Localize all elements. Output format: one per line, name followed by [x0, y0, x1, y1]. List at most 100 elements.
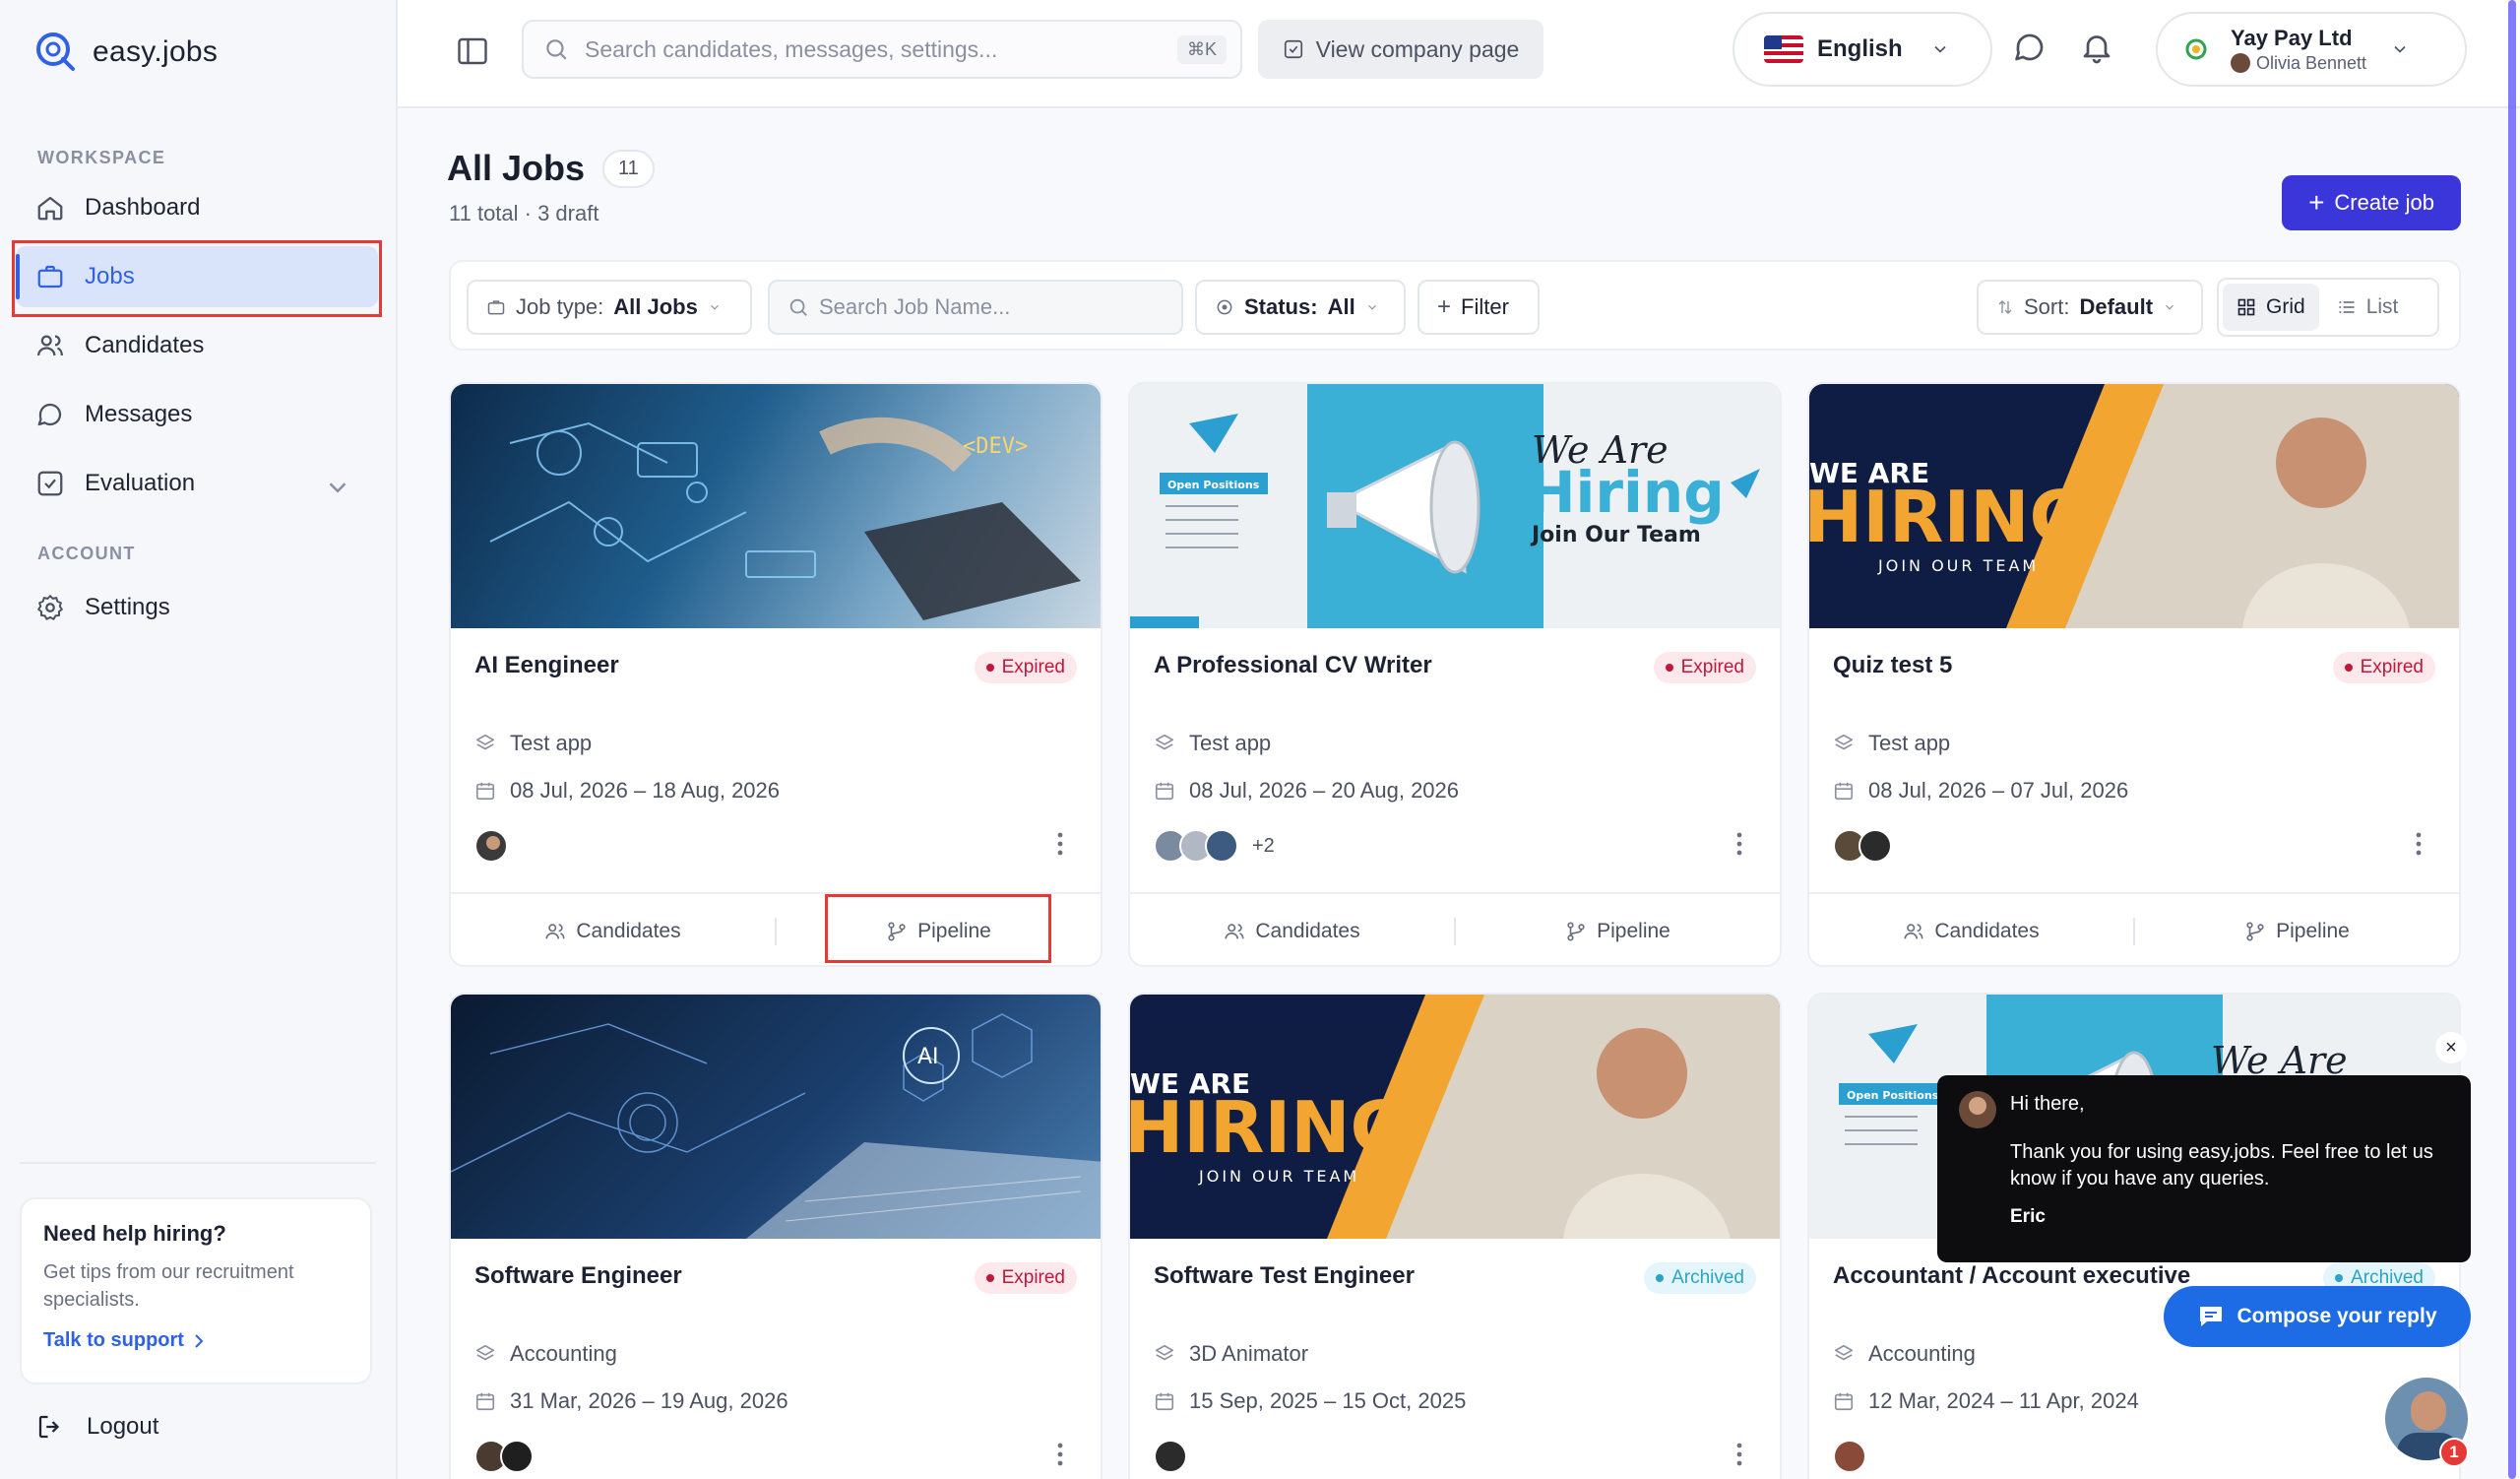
logout-button[interactable]: Logout	[35, 1412, 158, 1442]
sidebar-item-dashboard[interactable]: Dashboard	[16, 177, 378, 238]
chevron-down-icon	[2166, 304, 2174, 310]
grid-label: Grid	[2266, 295, 2305, 318]
bell-icon[interactable]	[2079, 30, 2114, 65]
pipeline-button[interactable]: Pipeline	[1456, 894, 1780, 965]
status-dropdown[interactable]: Status: All	[1195, 280, 1406, 335]
chat-greeting: Hi there,	[2010, 1093, 2085, 1115]
job-title[interactable]: Software Test Engineer	[1154, 1262, 1415, 1290]
sort-dropdown[interactable]: Sort: Default	[1977, 280, 2203, 335]
agent-avatar	[1959, 1091, 1996, 1128]
talk-to-support-label: Talk to support	[43, 1329, 184, 1351]
logo-icon	[33, 30, 79, 75]
close-chat-icon[interactable]: ×	[2435, 1032, 2467, 1063]
compose-reply-button[interactable]: Compose your reply	[2164, 1286, 2471, 1347]
status-dot	[1665, 664, 1673, 672]
sidebar: easy.jobs WORKSPACE Dashboard Jobs Candi…	[0, 0, 398, 1479]
filter-button[interactable]: + Filter	[1418, 280, 1540, 335]
banner-line3: JOIN OUR TEAM	[1877, 556, 2039, 575]
status-text: Expired	[2360, 657, 2424, 677]
job-date-range: 15 Sep, 2025 – 15 Oct, 2025	[1189, 1388, 1467, 1413]
app-logo[interactable]: easy.jobs	[33, 30, 218, 75]
layers-icon	[1155, 1344, 1174, 1361]
card-actions: Candidates Pipeline	[1809, 892, 2459, 965]
job-title[interactable]: Software Engineer	[474, 1262, 682, 1290]
talk-to-support-link[interactable]: Talk to support	[43, 1329, 348, 1352]
job-title[interactable]: AI Eengineer	[474, 652, 619, 679]
sidebar-item-settings[interactable]: Settings	[16, 577, 378, 638]
job-date-range: 08 Jul, 2026 – 07 Jul, 2026	[1868, 778, 2129, 803]
card-actions: Candidates Pipeline	[451, 892, 1101, 965]
plus-icon: +	[2308, 187, 2325, 218]
search-placeholder: Search candidates, messages, settings...	[585, 35, 998, 62]
status-text: Expired	[1001, 1267, 1065, 1288]
status-icon	[1217, 299, 1232, 315]
more-options-icon[interactable]	[1736, 1442, 1742, 1467]
more-options-icon[interactable]	[1736, 831, 1742, 857]
messages-icon[interactable]	[2012, 30, 2048, 65]
grid-view-button[interactable]: Grid	[2223, 284, 2319, 331]
job-card[interactable]: WE ARE HIRING JOIN OUR TEAM Quiz test 5 …	[1807, 382, 2461, 967]
scrollbar[interactable]	[2508, 0, 2516, 1479]
job-card[interactable]: WE ARE HIRING JOIN OUR TEAM Software Tes…	[1128, 993, 1782, 1479]
users-icon	[1904, 924, 1923, 939]
create-job-label: Create job	[2334, 190, 2434, 215]
search-icon	[789, 298, 807, 316]
job-cover-image: WE ARE HIRING JOIN OUR TEAM	[1809, 384, 2459, 628]
global-search-input[interactable]: Search candidates, messages, settings...…	[522, 20, 1242, 79]
job-date-range: 31 Mar, 2026 – 19 Aug, 2026	[510, 1388, 788, 1413]
sidebar-item-jobs[interactable]: Jobs	[16, 246, 378, 307]
banner-line2: HIRING	[1130, 1086, 1409, 1169]
home-icon	[37, 196, 63, 221]
sidebar-item-messages[interactable]: Messages	[16, 384, 378, 445]
candidates-button[interactable]: Candidates	[1130, 894, 1454, 965]
avatar	[1205, 829, 1238, 863]
view-company-label: View company page	[1315, 35, 1520, 62]
job-search-placeholder: Search Job Name...	[819, 294, 1011, 319]
job-app-name: Accounting	[1868, 1341, 1976, 1366]
assignee-avatars	[474, 1440, 534, 1473]
more-options-icon[interactable]	[2416, 831, 2422, 857]
view-company-page-button[interactable]: View company page	[1258, 20, 1544, 79]
job-card[interactable]: AI Software Engineer Expired Accounting …	[449, 993, 1102, 1479]
banner-line2: Hiring	[1528, 459, 1725, 526]
layers-icon	[1155, 734, 1174, 750]
candidates-button[interactable]: Candidates	[1809, 894, 2133, 965]
job-app: 3D Animator	[1154, 1341, 1308, 1367]
pipeline-button[interactable]: Pipeline	[2135, 894, 2459, 965]
chevron-down-icon	[1367, 304, 1376, 310]
page-title-text: All Jobs	[447, 148, 586, 188]
page-subtitle: 11 total · 3 draft	[449, 201, 599, 225]
language-selector[interactable]: English	[1732, 12, 1992, 87]
help-text: Get tips from our recruitment specialist…	[43, 1261, 294, 1311]
job-type-dropdown[interactable]: Job type: All Jobs	[467, 280, 752, 335]
job-app-name: Test app	[1868, 731, 1951, 755]
more-options-icon[interactable]	[1057, 1442, 1063, 1467]
account-section-label: ACCOUNT	[37, 544, 136, 563]
job-title[interactable]: A Professional CV Writer	[1154, 652, 1432, 679]
company-account-menu[interactable]: Yay Pay Ltd Olivia Bennett	[2156, 12, 2467, 87]
sidebar-item-candidates[interactable]: Candidates	[16, 315, 378, 376]
candidates-button[interactable]: Candidates	[451, 894, 775, 965]
more-options-icon[interactable]	[1057, 831, 1063, 857]
status-dot	[2344, 664, 2353, 672]
job-name-search-input[interactable]: Search Job Name...	[768, 280, 1183, 335]
checkbox-icon	[37, 471, 63, 496]
job-title[interactable]: Accountant / Account executive	[1833, 1262, 2190, 1290]
candidates-label: Candidates	[576, 920, 681, 942]
job-title[interactable]: Quiz test 5	[1833, 652, 1952, 679]
avatar	[1154, 1440, 1187, 1473]
topbar: Search candidates, messages, settings...…	[398, 0, 2520, 108]
create-job-button[interactable]: + Create job	[2282, 175, 2461, 230]
sidebar-item-evaluation[interactable]: Evaluation	[16, 453, 378, 514]
sidebar-toggle-icon[interactable]	[455, 33, 490, 69]
job-card[interactable]: <DEV> AI Eengineer Expired Test app 08 J…	[449, 382, 1102, 967]
banner-line3: Join Our Team	[1530, 523, 1701, 547]
job-app-name: Accounting	[510, 1341, 617, 1366]
list-view-button[interactable]: List	[2323, 284, 2413, 331]
sort-label: Sort:	[2024, 294, 2070, 319]
briefcase-icon	[487, 300, 505, 315]
chat-popup[interactable]: Hi there, Thank you for using easy.jobs.…	[1937, 1075, 2471, 1262]
job-app-name: Test app	[510, 731, 593, 755]
job-card[interactable]: Open Positions We Are Hiring Join Our Te…	[1128, 382, 1782, 967]
pipeline-button[interactable]: Pipeline	[777, 894, 1101, 965]
